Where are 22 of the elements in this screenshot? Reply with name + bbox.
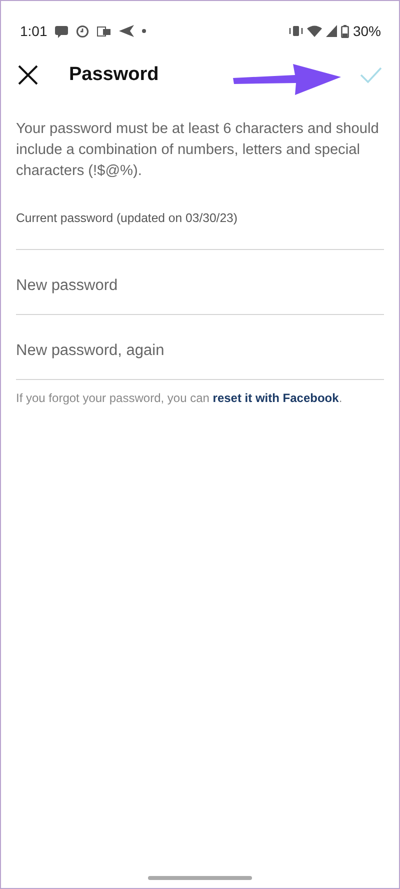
status-time: 1:01 — [20, 22, 48, 40]
home-indicator[interactable] — [148, 876, 252, 880]
facebook-reset-link[interactable]: reset it with Facebook — [212, 391, 339, 405]
vibrate-icon — [288, 25, 303, 37]
dot-icon — [142, 29, 146, 33]
battery-percentage: 30% — [352, 22, 381, 40]
wifi-icon — [306, 25, 322, 37]
current-password-field[interactable]: Current password (updated on 03/30/23) — [16, 182, 384, 250]
clock-icon — [76, 24, 90, 38]
close-icon — [17, 64, 39, 86]
battery-icon — [340, 24, 349, 38]
close-button[interactable] — [17, 64, 39, 86]
page-title: Password — [69, 62, 159, 87]
checkmark-icon — [359, 66, 383, 84]
password-field[interactable]: New password — [16, 274, 384, 298]
signal-icon — [326, 25, 337, 37]
mail-icon — [97, 24, 112, 38]
chat-icon — [55, 24, 68, 38]
send-icon — [119, 25, 134, 37]
help-text: If you forgot your password, you can reset it with Facebook. — [15, 390, 344, 407]
description-text: Your password must be at least 6 characters and should include a combination of numbers, letters and special characters (!$@%). — [15, 120, 380, 181]
password-field[interactable]: New password, again — [16, 339, 384, 363]
